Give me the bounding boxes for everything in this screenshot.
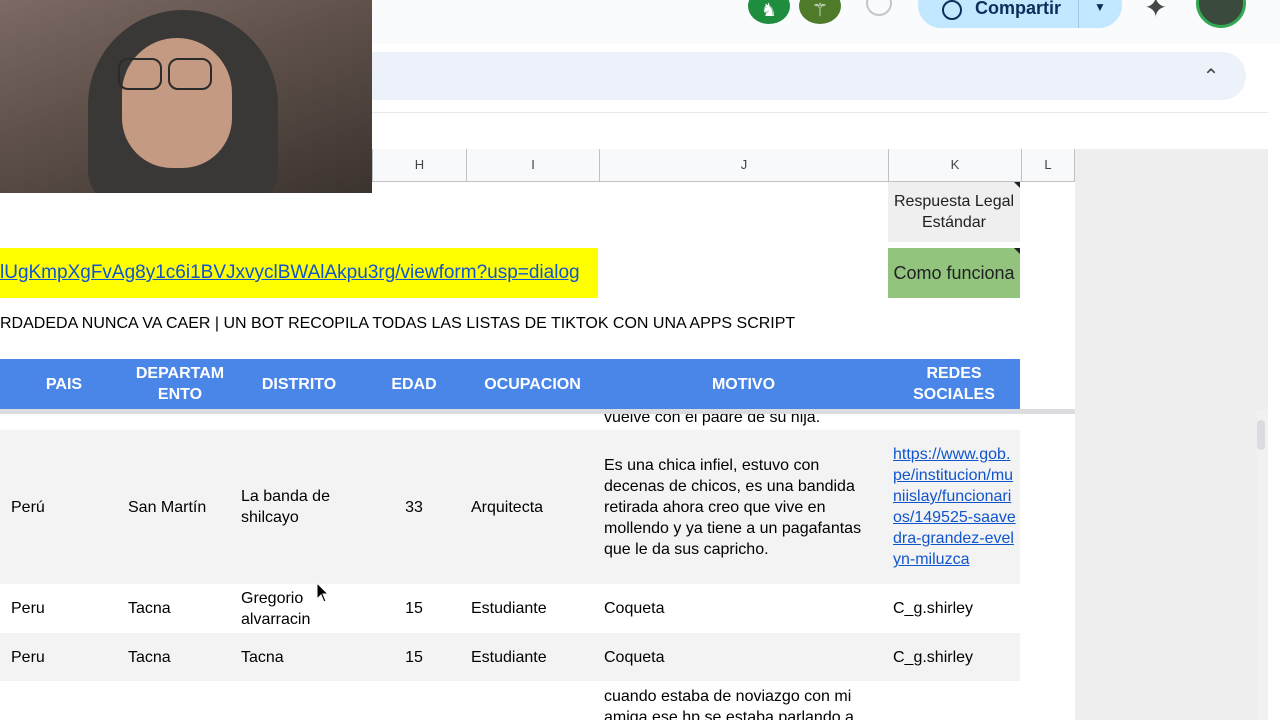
form-link[interactable]: lUgKmpXgFvAg8y1c6i1BVJxvyclBWAlAkpu3rg/v… [0,262,580,284]
note-indicator [1014,248,1020,254]
history-icon[interactable] [866,0,892,16]
cell-edad[interactable]: 33 [372,430,456,584]
header-pais[interactable]: PAIS [0,359,128,409]
cell-respuesta-legal[interactable]: Respuesta Legal Estándar [888,182,1020,242]
cell-departamento[interactable]: Tacna [128,584,232,633]
avatar[interactable] [1196,0,1246,28]
header-motivo[interactable]: MOTIVO [599,359,888,409]
header-edad[interactable]: EDAD [372,359,456,409]
cell-motivo[interactable]: Coqueta [604,584,882,633]
cell-departamento[interactable]: San Martín [128,430,232,584]
extension-icon[interactable]: ⚚ [799,0,841,24]
globe-icon [942,0,962,20]
cell-ocupacion[interactable]: Estudiante [471,633,595,681]
cell-ocupacion[interactable]: Estudiante [471,584,595,633]
cell-pais[interactable]: Peru [11,584,121,633]
header-departamento[interactable]: DEPARTAM ENTO [128,359,232,409]
cell-pais[interactable]: Perú [11,430,121,584]
vertical-scrollbar[interactable] [1257,410,1268,720]
mouse-cursor-icon [316,582,330,603]
cell-motivo[interactable]: cuando estaba de noviazgo con mi amiga e… [604,686,882,720]
table-row: Perú San Martín La banda de shilcayo 33 … [0,430,1020,584]
cell-ocupacion[interactable]: Arquitecta [471,430,595,584]
table-row: Peru Tacna Gregorio alvarracin 15 Estudi… [0,584,1020,633]
header-distrito[interactable]: DISTRITO [236,359,362,409]
cell-redes[interactable]: C_g.shirley [893,584,1017,633]
gemini-sparkle-icon[interactable]: ✦ [1144,0,1167,22]
share-divider [1078,0,1079,28]
sheet-outside-area [1075,149,1268,720]
cell-edad[interactable]: 15 [372,584,456,633]
column-header-h[interactable]: H [372,149,466,181]
cell-pais[interactable]: Peru [11,633,121,681]
webcam-glasses [168,58,212,90]
freeze-divider[interactable] [0,409,1075,414]
header-redes-sociales[interactable]: REDES SOCIALES [888,359,1020,409]
scrollbar-thumb[interactable] [1257,420,1265,450]
cell-como-funciona[interactable]: Como funciona [888,248,1020,298]
share-button[interactable]: Compartir ▼ [918,0,1122,28]
chevron-down-icon[interactable]: ▼ [1094,0,1106,14]
cell-departamento[interactable]: Tacna [128,633,232,681]
column-header-i[interactable]: I [466,149,599,181]
note-indicator [1014,182,1020,188]
cell-redes[interactable]: C_g.shirley [893,633,1017,681]
table-row: cuando estaba de noviazgo con mi amiga e… [0,681,1020,720]
table-header-row: PAIS DEPARTAM ENTO DISTRITO EDAD OCUPACI… [0,359,1020,409]
table-row: Peru Tacna Tacna 15 Estudiante Coqueta C… [0,633,1020,681]
banner-text[interactable]: RDADEDA NUNCA VA CAER | UN BOT RECOPILA … [0,315,795,333]
webcam-glasses [118,58,162,90]
cell-distrito[interactable]: Tacna [241,633,359,681]
cell-edad[interactable]: 15 [372,633,456,681]
cell-redes-link[interactable]: https://www.gob.pe/institucion/muniislay… [893,430,1017,584]
chevron-up-icon[interactable]: ⌃ [1196,62,1226,92]
cell-motivo[interactable]: Es una chica infiel, estuvo con decenas … [604,430,882,584]
webcam-overlay [0,0,372,193]
column-header-k[interactable]: K [888,149,1021,181]
extension-icon[interactable]: ♞ [748,0,790,24]
column-header-j[interactable]: J [599,149,888,181]
share-button-label: Compartir [975,0,1062,18]
cell-distrito[interactable]: La banda de shilcayo [241,430,359,584]
column-header-l[interactable]: L [1021,149,1075,181]
header-ocupacion[interactable]: OCUPACION [466,359,599,409]
cell-motivo[interactable]: Coqueta [604,633,882,681]
